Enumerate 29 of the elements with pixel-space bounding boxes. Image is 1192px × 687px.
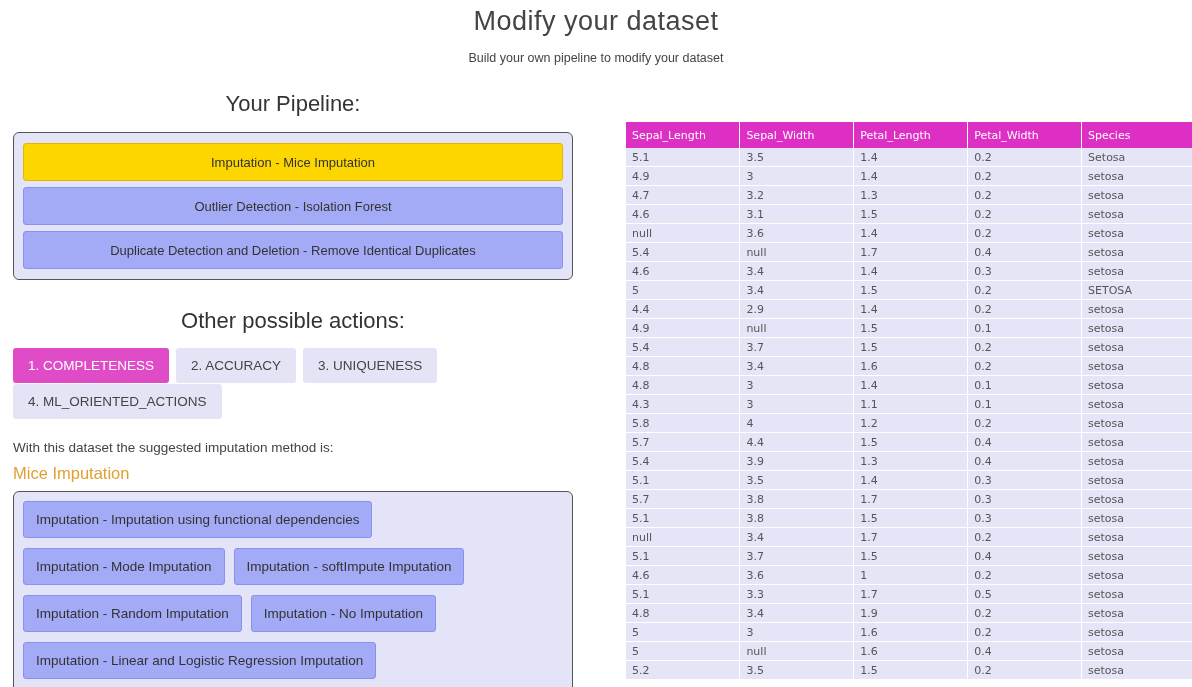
method-button[interactable]: Imputation - Mode Imputation bbox=[23, 548, 225, 585]
pipeline-step[interactable]: Imputation - Mice Imputation bbox=[23, 143, 563, 181]
category-tab[interactable]: 2. ACCURACY bbox=[176, 348, 297, 383]
table-cell: 3.5 bbox=[739, 148, 854, 167]
page-subtitle: Build your own pipeline to modify your dataset bbox=[468, 51, 724, 65]
column-header: Petal_Length bbox=[853, 122, 968, 148]
actions-heading: Other possible actions: bbox=[180, 308, 406, 334]
table-cell: 5.1 bbox=[626, 148, 740, 167]
method-button[interactable]: Imputation - Imputation using functional dependencies bbox=[23, 501, 373, 538]
suggestion-text: With this dataset the suggested imputation method is: bbox=[13, 440, 335, 455]
category-tab[interactable]: 3. UNIQUENESS bbox=[303, 348, 438, 383]
category-tab[interactable]: 4. ML_ORIENTED_ACTIONS bbox=[13, 384, 222, 419]
suggested-method: Mice Imputation bbox=[13, 464, 131, 483]
table-cell: 0.2 bbox=[967, 148, 1082, 167]
column-header: Petal_Width bbox=[967, 122, 1082, 148]
page-title: Modify your dataset bbox=[473, 6, 719, 37]
table-cell: 1.4 bbox=[853, 148, 968, 167]
method-button[interactable]: Imputation - softImpute Imputation bbox=[233, 548, 465, 585]
method-button[interactable]: Imputation - Linear and Logistic Regression Imputation bbox=[23, 642, 377, 679]
column-header: Sepal_Length bbox=[626, 122, 740, 148]
column-header: Species bbox=[1081, 122, 1192, 148]
pipeline-step[interactable]: Outlier Detection - Isolation Forest bbox=[23, 187, 563, 225]
column-header: Sepal_Width bbox=[739, 122, 854, 148]
pipeline-step[interactable]: Duplicate Detection and Deletion - Remove Identical Duplicates bbox=[23, 231, 563, 269]
table-cell: Setosa bbox=[1081, 148, 1192, 167]
method-button[interactable]: Imputation - No Imputation bbox=[250, 595, 436, 632]
pipeline-heading: Your Pipeline: bbox=[224, 91, 362, 117]
method-button[interactable]: Imputation - Random Imputation bbox=[23, 595, 242, 632]
category-tab[interactable]: 1. COMPLETENESS bbox=[13, 348, 170, 383]
